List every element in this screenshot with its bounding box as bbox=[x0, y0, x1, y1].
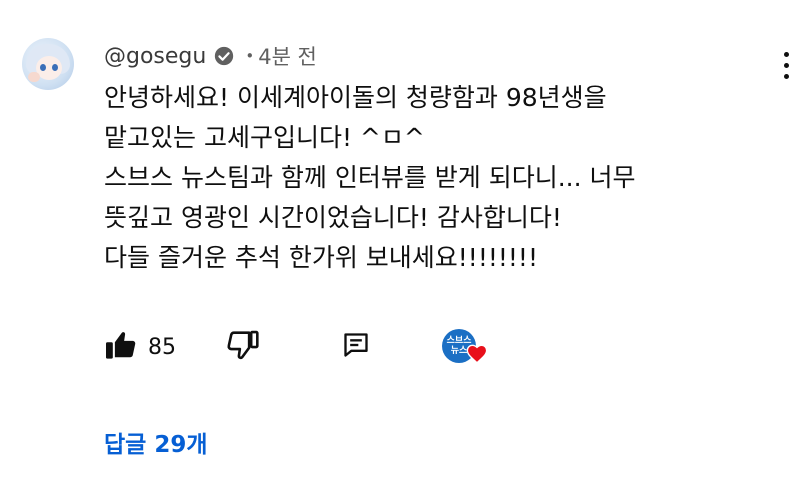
meta-separator: • bbox=[245, 47, 255, 65]
comment-line: 뜻깊고 영광인 시간이었습니다! 감사합니다! bbox=[104, 203, 562, 232]
avatar[interactable] bbox=[22, 38, 74, 90]
dislike-button[interactable] bbox=[226, 327, 260, 367]
like-count: 85 bbox=[148, 334, 176, 360]
comment-header: @gosegu • 4분 전 bbox=[104, 40, 317, 72]
comment-text: 안녕하세요! 이세계아이돌의 청량함과 98년생을 맡고있는 고세구입니다! ^… bbox=[104, 78, 764, 278]
creator-heart-badge: 스브스 뉴스 bbox=[442, 327, 488, 367]
reply-comment-icon bbox=[342, 331, 370, 363]
username[interactable]: @gosegu bbox=[104, 44, 206, 69]
comment-timestamp[interactable]: 4분 전 bbox=[258, 41, 317, 71]
comment-line: 스브스 뉴스팀과 함께 인터뷰를 받게 되다니... 너무 bbox=[104, 163, 636, 192]
more-vertical-icon[interactable] bbox=[776, 52, 796, 82]
verified-check-icon bbox=[213, 45, 235, 67]
avatar-eye-right bbox=[52, 64, 58, 71]
comment-line: 맡고있는 고세구입니다! ^ㅁ^ bbox=[104, 123, 425, 152]
comment-line: 안녕하세요! 이세계아이돌의 청량함과 98년생을 bbox=[104, 83, 607, 112]
creator-heart-icon bbox=[466, 343, 488, 365]
reply-button[interactable] bbox=[342, 327, 370, 367]
avatar-hand bbox=[28, 72, 40, 82]
thumbs-down-icon bbox=[226, 330, 260, 364]
creator-avatar: 스브스 뉴스 bbox=[442, 327, 488, 367]
view-replies-button[interactable]: 답글 29개 bbox=[104, 425, 208, 459]
avatar-eye-left bbox=[40, 64, 46, 71]
thumbs-up-icon bbox=[104, 330, 138, 364]
like-button[interactable]: 85 bbox=[104, 327, 176, 367]
comment-line: 다들 즐거운 추석 한가위 보내세요!!!!!!!! bbox=[104, 243, 538, 272]
creator-logo-line2: 뉴스 bbox=[450, 346, 468, 356]
